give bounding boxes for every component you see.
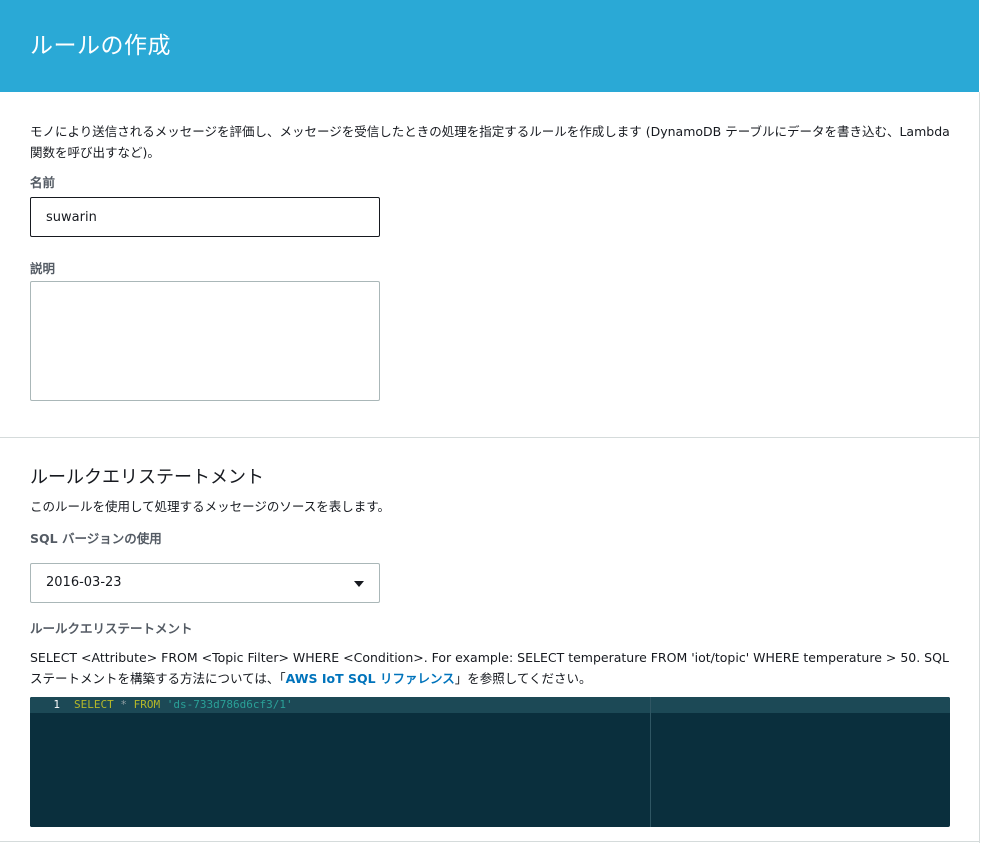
help-suffix: 」を参照してください。 — [454, 671, 592, 686]
panel-bottom-border — [0, 841, 980, 842]
code-line[interactable]: SELECT * FROM 'ds-733d786d6cf3/1' — [74, 698, 293, 712]
description-textarea[interactable] — [30, 281, 380, 401]
keyword-select: SELECT — [74, 698, 114, 711]
keyword-from: FROM — [133, 698, 161, 711]
statement-help-text: SELECT <Attribute> FROM <Topic Filter> W… — [30, 647, 960, 689]
statement-label: ルールクエリステートメント — [30, 621, 193, 636]
sql-reference-link[interactable]: AWS IoT SQL リファレンス — [286, 671, 455, 686]
rule-query-section-subtitle: このルールを使用して処理するメッセージのソースを表します。 — [30, 499, 391, 514]
operator-star: * — [120, 698, 127, 711]
sql-version-label: SQL バージョンの使用 — [30, 531, 162, 546]
editor-print-margin — [650, 697, 651, 827]
description-label: 説明 — [30, 261, 56, 276]
editor-gutter — [30, 697, 71, 827]
name-input[interactable] — [30, 197, 380, 237]
caret-down-icon — [354, 581, 364, 587]
sql-version-value: 2016-03-23 — [46, 575, 122, 590]
sql-version-select[interactable]: 2016-03-23 — [30, 563, 380, 603]
page-header: ルールの作成 — [0, 0, 979, 92]
sql-code-editor[interactable]: 1 SELECT * FROM 'ds-733d786d6cf3/1' — [30, 697, 950, 827]
rule-query-section-title: ルールクエリステートメント — [30, 467, 264, 488]
intro-description: モノにより送信されるメッセージを評価し、メッセージを受信したときの処理を指定する… — [30, 124, 950, 160]
section-divider — [0, 437, 980, 438]
name-label: 名前 — [30, 175, 56, 190]
page-title: ルールの作成 — [30, 33, 171, 59]
topic-string: 'ds-733d786d6cf3/1' — [166, 698, 293, 711]
line-number: 1 — [53, 698, 60, 711]
